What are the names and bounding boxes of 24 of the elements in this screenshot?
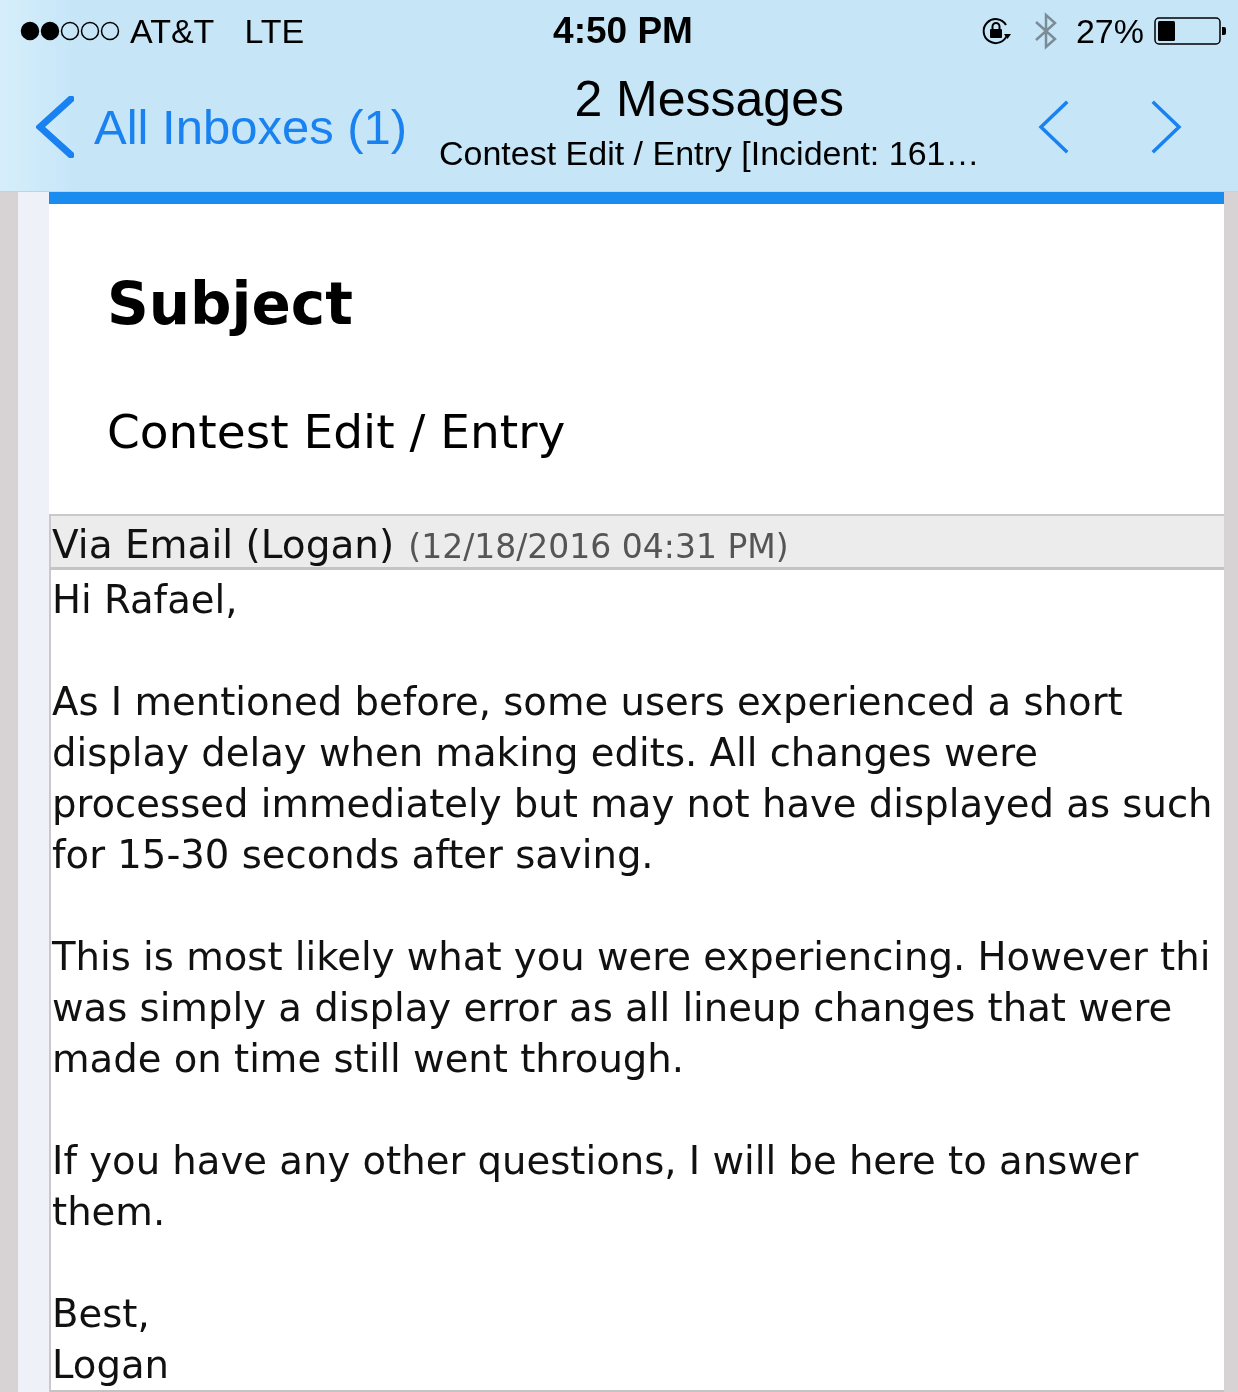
subject-heading: Subject	[107, 271, 353, 337]
subject-text: Contest Edit / Entry	[107, 404, 566, 460]
message-paragraph: Best, Logan	[52, 1290, 169, 1389]
previous-message-button[interactable]	[1037, 99, 1070, 154]
next-message-button[interactable]	[1151, 99, 1184, 154]
clock-time: 4:50 PM	[553, 11, 693, 51]
back-button[interactable]: All Inboxes (1)	[36, 95, 408, 158]
message-paragraph: Hi Rafael,	[52, 576, 238, 624]
message-paragraph: As I mentioned before, some users experienced a short display delay when making edits. All changes were processed immediately but may not have displayed as such for 15-30 seconds after saving.	[52, 678, 1213, 879]
network-type: LTE	[244, 11, 305, 51]
navigation-subtitle: Contest Edit / Entry [Incident: 161…	[438, 134, 980, 172]
chevron-left-icon	[1037, 99, 1070, 154]
navigation-title: 2 Messages	[574, 72, 844, 126]
signal-strength-icon	[20, 21, 120, 41]
message-date: (12/18/2016 04:31 PM)	[408, 526, 789, 568]
bluetooth-icon	[1033, 12, 1058, 50]
carrier-name: AT&T	[130, 11, 215, 51]
chevron-left-icon	[36, 95, 74, 158]
message-paragraph: If you have any other questions, I will be here to answer them.	[52, 1137, 1139, 1236]
sender-name: Via Email (Logan)	[52, 523, 395, 567]
battery-percentage: 27%	[1075, 11, 1144, 51]
chevron-right-icon	[1151, 99, 1184, 154]
battery-icon	[1154, 17, 1226, 45]
message-paragraph: This is most likely what you were experiencing. However thi was simply a display error as all lineup changes that were made on time still went through.	[52, 933, 1211, 1083]
